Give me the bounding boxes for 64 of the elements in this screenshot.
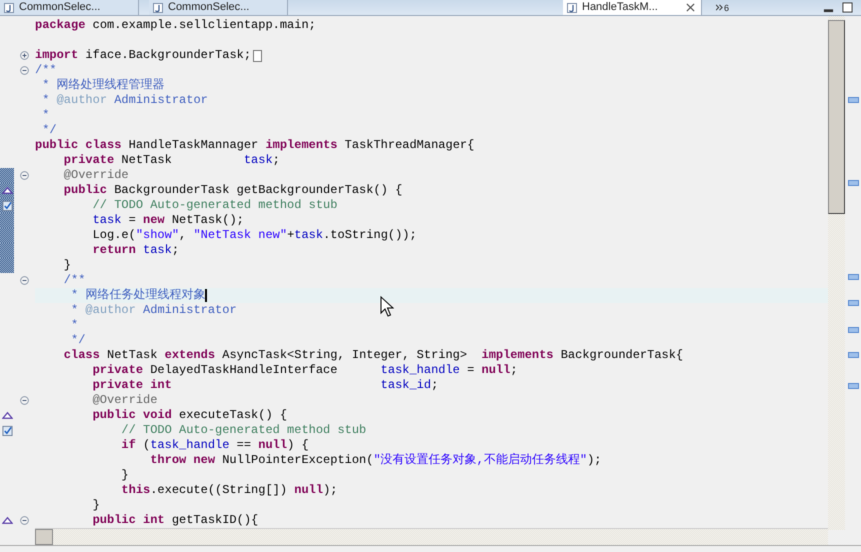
code-line: */ bbox=[70, 333, 86, 348]
code-line: if (task_handle == null) { bbox=[120, 438, 309, 453]
overview-ruler-marker[interactable] bbox=[848, 180, 859, 186]
overview-ruler-marker[interactable] bbox=[848, 327, 859, 333]
code-line: */ bbox=[41, 123, 57, 138]
expand-icon[interactable] bbox=[20, 51, 29, 60]
editor-tab[interactable]: HandleTaskM... bbox=[563, 0, 702, 15]
code-line: Log.e("show", "NetTask new"+task.toString()); bbox=[92, 228, 417, 243]
code-line: } bbox=[62, 258, 72, 273]
hidden-tabs-button[interactable]: 6 bbox=[712, 0, 734, 15]
code-line: * 网络处理线程管理器 bbox=[41, 78, 165, 93]
maximize-icon[interactable] bbox=[842, 2, 853, 13]
code-line: public BackgrounderTask getBackgrounderTask() { bbox=[62, 183, 402, 198]
chevron-icon[interactable] bbox=[716, 4, 723, 11]
overview-ruler-marker[interactable] bbox=[848, 274, 859, 280]
code-line: * @author Administrator bbox=[70, 303, 237, 318]
code-line: public int getTaskID(){ bbox=[92, 513, 258, 528]
code-line: @Override bbox=[92, 393, 158, 408]
collapse-icon[interactable] bbox=[20, 66, 29, 75]
java-file-icon bbox=[153, 2, 163, 12]
task-checkbox-icon bbox=[2, 425, 12, 436]
code-line: /** bbox=[62, 273, 86, 288]
collapse-icon[interactable] bbox=[20, 516, 29, 525]
folded-code-icon[interactable] bbox=[253, 50, 262, 62]
code-line: * bbox=[70, 318, 78, 333]
code-line: public void executeTask() { bbox=[92, 408, 288, 423]
code-line: @Override bbox=[62, 168, 129, 183]
editor-tab[interactable]: CommonSelec... bbox=[149, 0, 288, 15]
code-line: private int task_id; bbox=[92, 378, 438, 393]
vertical-scrollbar[interactable] bbox=[828, 16, 845, 530]
collapse-icon[interactable] bbox=[20, 396, 29, 405]
java-file-icon bbox=[4, 2, 14, 12]
overview-ruler-marker[interactable] bbox=[848, 383, 859, 389]
code-line: return task; bbox=[92, 243, 180, 258]
horizontal-scrollbar[interactable] bbox=[35, 528, 828, 545]
code-line: import iface.BackgrounderTask; bbox=[35, 48, 252, 63]
code-line: // TODO Auto-generated method stub bbox=[92, 198, 338, 213]
code-line: class NetTask extends AsyncTask<String, Integer, String> implements BackgrounderTask{ bbox=[62, 348, 684, 363]
java-file-icon bbox=[567, 2, 577, 12]
overview-ruler-marker[interactable] bbox=[848, 300, 859, 306]
code-line: private NetTask task; bbox=[62, 153, 280, 168]
code-line: public class HandleTaskMannager implements TaskThreadManager{ bbox=[35, 138, 474, 153]
collapse-icon[interactable] bbox=[20, 171, 29, 180]
code-line: task = new NetTask(); bbox=[92, 213, 244, 228]
code-line: * 网络任务处理线程对象 bbox=[70, 288, 206, 303]
code-line: * bbox=[41, 108, 50, 123]
code-line: throw new NullPointerException("没有设置任务对象,不能启动任务线程"); bbox=[149, 453, 602, 468]
code-line: } bbox=[120, 468, 129, 483]
overview-ruler-marker[interactable] bbox=[848, 352, 859, 358]
close-icon[interactable] bbox=[686, 3, 695, 12]
code-line: package com.example.sellclientapp.main; bbox=[35, 18, 316, 33]
code-line: * @author Administrator bbox=[41, 93, 208, 108]
code-line: /** bbox=[35, 63, 57, 78]
editor-tab[interactable]: CommonSelec... bbox=[0, 0, 139, 15]
code-line: this.execute((String[]) null); bbox=[120, 483, 338, 498]
triangle-icon bbox=[2, 410, 12, 421]
triangle-icon bbox=[2, 515, 12, 526]
collapse-icon[interactable] bbox=[20, 276, 29, 285]
overview-ruler-marker[interactable] bbox=[848, 97, 859, 103]
mouse-pointer-icon bbox=[380, 296, 394, 318]
text-caret bbox=[205, 289, 208, 302]
code-line: // TODO Auto-generated method stub bbox=[120, 423, 366, 438]
code-line: private DelayedTaskHandleInterface task_handle = null; bbox=[92, 363, 518, 378]
code-line: } bbox=[92, 498, 100, 513]
